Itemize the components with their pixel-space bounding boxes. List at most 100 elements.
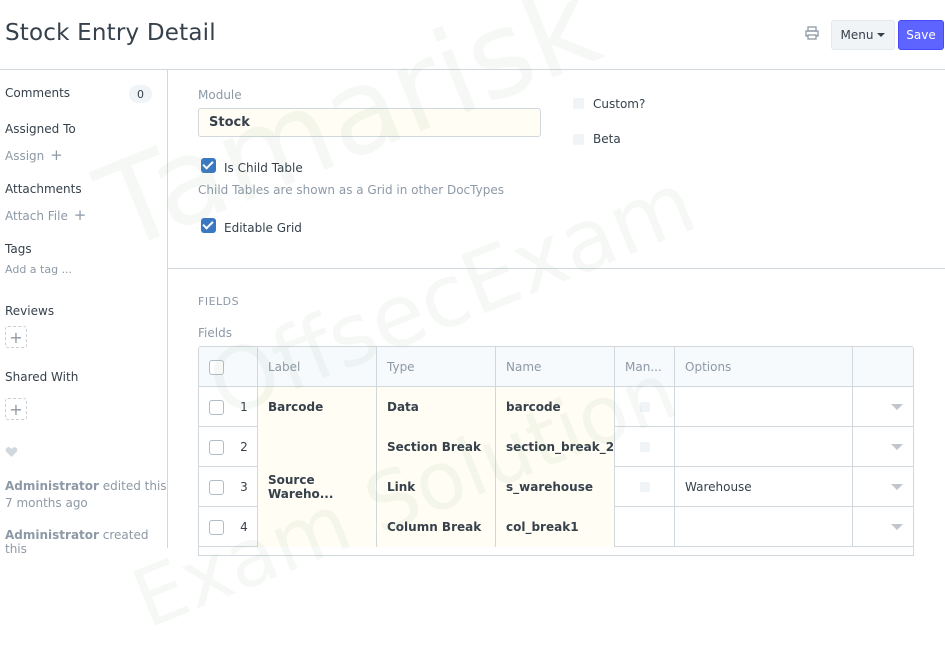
is-child-table-checkbox[interactable] bbox=[201, 158, 216, 173]
column-header-label: Label bbox=[258, 347, 377, 387]
tags-label: Tags bbox=[5, 242, 32, 256]
row-type[interactable]: Section Break bbox=[377, 427, 496, 467]
custom-checkbox[interactable] bbox=[573, 98, 584, 109]
table-row[interactable]: 3 Source Wareho... Link s_warehouse Ware… bbox=[199, 467, 913, 507]
row-select-cell: 4 bbox=[199, 507, 258, 547]
activity-item: Administrator edited this bbox=[5, 479, 167, 493]
plus-icon: + bbox=[50, 146, 63, 164]
heart-icon[interactable] bbox=[5, 443, 18, 462]
table-row[interactable]: 4 Column Break col_break1 bbox=[199, 507, 913, 547]
shared-with-label: Shared With bbox=[5, 370, 79, 384]
row-index: 4 bbox=[240, 520, 248, 534]
attach-file-link[interactable]: Attach File + bbox=[5, 206, 86, 224]
comments-count-badge: 0 bbox=[129, 85, 152, 103]
row-select-cell: 3 bbox=[199, 467, 258, 507]
row-mandatory[interactable] bbox=[615, 507, 675, 547]
column-header-mandatory: Man... bbox=[615, 347, 675, 387]
mandatory-checkbox[interactable] bbox=[639, 482, 650, 492]
table-row[interactable]: 2 Section Break section_break_2 bbox=[199, 427, 913, 467]
attachments-label: Attachments bbox=[5, 182, 82, 196]
chevron-down-icon bbox=[877, 33, 886, 37]
add-review-button[interactable]: + bbox=[5, 326, 27, 348]
row-name[interactable]: col_break1 bbox=[496, 507, 615, 547]
row-type[interactable]: Column Break bbox=[377, 507, 496, 547]
editable-grid-label: Editable Grid bbox=[224, 221, 302, 235]
print-icon[interactable] bbox=[805, 25, 823, 43]
grid-header-row: Label Type Name Man... Options bbox=[199, 347, 913, 387]
chevron-down-icon[interactable] bbox=[891, 404, 903, 410]
row-options[interactable] bbox=[675, 387, 853, 427]
row-type[interactable]: Link bbox=[377, 467, 496, 507]
select-all-checkbox[interactable] bbox=[209, 360, 224, 375]
chevron-down-icon[interactable] bbox=[891, 484, 903, 490]
menu-button[interactable]: Menu bbox=[831, 20, 895, 50]
row-label[interactable] bbox=[258, 507, 377, 547]
row-select-cell: 1 bbox=[199, 387, 258, 427]
fields-section-title[interactable]: FIELDS bbox=[198, 295, 239, 308]
table-row[interactable]: 1 Barcode Data barcode bbox=[199, 387, 913, 427]
column-header-type: Type bbox=[377, 347, 496, 387]
activity-time: 7 months ago bbox=[5, 496, 88, 510]
beta-label: Beta bbox=[593, 132, 621, 146]
row-label[interactable] bbox=[258, 427, 377, 467]
row-type[interactable]: Data bbox=[377, 387, 496, 427]
assign-link[interactable]: Assign + bbox=[5, 146, 63, 164]
activity-user[interactable]: Administrator bbox=[5, 528, 99, 542]
column-header-options: Options bbox=[675, 347, 853, 387]
menu-button-label: Menu bbox=[840, 28, 874, 42]
custom-label: Custom? bbox=[593, 97, 646, 111]
grid-select-all-cell bbox=[199, 347, 258, 387]
editable-grid-checkbox[interactable] bbox=[201, 218, 216, 233]
row-label[interactable]: Barcode bbox=[258, 387, 377, 427]
attach-file-label: Attach File bbox=[5, 209, 68, 223]
chevron-down-icon[interactable] bbox=[891, 524, 903, 530]
module-input[interactable]: Stock bbox=[198, 108, 541, 137]
row-options[interactable] bbox=[675, 427, 853, 467]
page-title: Stock Entry Detail bbox=[5, 20, 216, 46]
row-options[interactable]: Warehouse bbox=[675, 467, 853, 507]
row-mandatory[interactable] bbox=[615, 387, 675, 427]
row-mandatory[interactable] bbox=[615, 427, 675, 467]
add-tag-link[interactable]: Add a tag ... bbox=[5, 263, 72, 276]
activity-item: Administrator created this bbox=[5, 528, 167, 556]
row-checkbox[interactable] bbox=[209, 480, 224, 495]
form-main: Module Stock Custom? Beta Is Child Table… bbox=[168, 70, 945, 556]
fields-grid-label: Fields bbox=[198, 326, 232, 340]
row-label[interactable]: Source Wareho... bbox=[258, 467, 377, 507]
activity-user[interactable]: Administrator bbox=[5, 479, 99, 493]
page-header: Stock Entry Detail Menu Save bbox=[0, 0, 945, 70]
mandatory-checkbox[interactable] bbox=[639, 402, 650, 412]
fields-grid: Label Type Name Man... Options 1 Barcode… bbox=[198, 346, 914, 556]
add-share-button[interactable]: + bbox=[5, 398, 27, 420]
row-index: 1 bbox=[240, 400, 248, 414]
mandatory-checkbox[interactable] bbox=[639, 442, 650, 452]
row-name[interactable]: barcode bbox=[496, 387, 615, 427]
row-checkbox[interactable] bbox=[209, 400, 224, 415]
comments-label[interactable]: Comments bbox=[5, 86, 70, 100]
form-sidebar: Comments 0 Assigned To Assign + Attachme… bbox=[0, 70, 168, 556]
row-checkbox[interactable] bbox=[209, 440, 224, 455]
row-mandatory[interactable] bbox=[615, 467, 675, 507]
row-name[interactable]: section_break_2 bbox=[496, 427, 615, 467]
beta-checkbox[interactable] bbox=[573, 134, 584, 145]
row-index: 2 bbox=[240, 440, 248, 454]
reviews-label: Reviews bbox=[5, 304, 55, 318]
column-header-name: Name bbox=[496, 347, 615, 387]
plus-icon: + bbox=[73, 206, 87, 224]
row-checkbox[interactable] bbox=[209, 520, 224, 535]
row-select-cell: 2 bbox=[199, 427, 258, 467]
is-child-table-help: Child Tables are shown as a Grid in othe… bbox=[198, 183, 504, 197]
row-options[interactable] bbox=[675, 507, 853, 547]
plus-icon: + bbox=[9, 327, 23, 347]
assign-link-label: Assign bbox=[5, 149, 45, 163]
is-child-table-label: Is Child Table bbox=[224, 161, 303, 175]
assigned-to-label: Assigned To bbox=[5, 122, 76, 136]
module-label: Module bbox=[198, 88, 242, 102]
row-index: 3 bbox=[240, 480, 248, 494]
activity-action: edited this bbox=[102, 479, 167, 493]
section-divider bbox=[168, 268, 945, 269]
chevron-down-icon[interactable] bbox=[891, 444, 903, 450]
plus-icon: + bbox=[9, 399, 23, 419]
row-name[interactable]: s_warehouse bbox=[496, 467, 615, 507]
save-button[interactable]: Save bbox=[898, 20, 944, 50]
